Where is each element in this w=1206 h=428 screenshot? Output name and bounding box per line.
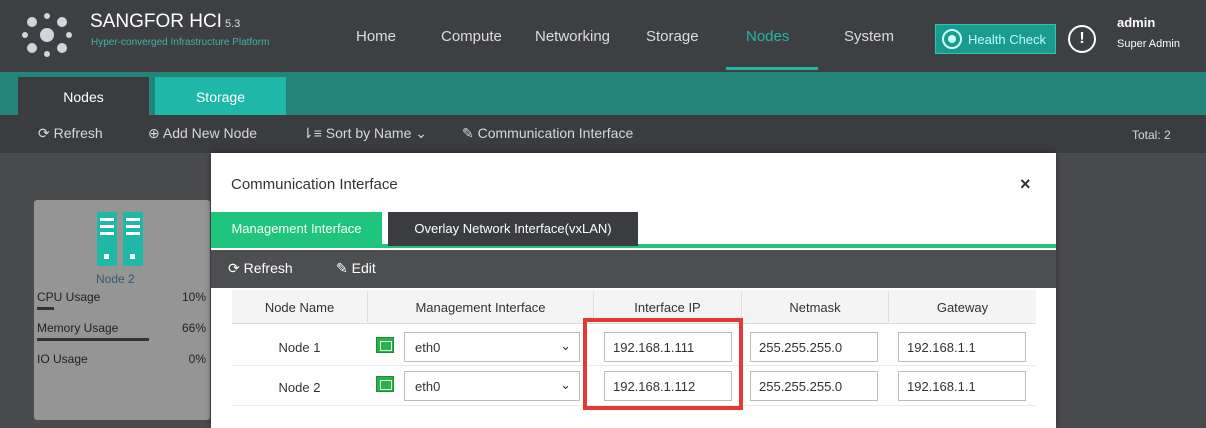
netmask-input[interactable]: [750, 371, 878, 401]
tab-management-interface[interactable]: Management Interface: [211, 212, 382, 246]
col-node-name: Node Name: [264, 300, 335, 315]
alert-icon[interactable]: !: [1068, 25, 1096, 53]
health-check-label: Health Check: [968, 31, 1047, 47]
dialog-title: Communication Interface: [231, 176, 398, 193]
cpu-usage-value: 10%: [181, 290, 206, 304]
col-management-interface: Management Interface: [415, 300, 546, 315]
version-label: 5.3: [224, 18, 241, 30]
cpu-usage-label: CPU Usage: [37, 290, 101, 304]
user-name[interactable]: admin: [1117, 15, 1155, 30]
dialog-refresh-button[interactable]: ⟳ Refresh: [228, 260, 293, 277]
refresh-button[interactable]: ⟳ Refresh: [38, 125, 103, 142]
gateway-input[interactable]: [898, 371, 1026, 401]
subtab-storage[interactable]: Storage: [155, 77, 286, 115]
refresh-icon: ⟳: [228, 260, 244, 276]
nav-nodes[interactable]: Nodes: [746, 28, 789, 45]
subtab-nodes[interactable]: Nodes: [18, 77, 149, 115]
sort-icon: ⇂≡: [302, 125, 326, 141]
total-count: Total: 2: [1132, 128, 1171, 142]
nav-system[interactable]: System: [844, 28, 894, 45]
nav-storage[interactable]: Storage: [646, 28, 699, 45]
comm-interface-button[interactable]: ✎ Communication Interface: [462, 125, 633, 142]
chevron-down-icon: ⌄: [560, 338, 571, 353]
nav-networking[interactable]: Networking: [535, 28, 610, 45]
row-node-name: Node 2: [278, 380, 321, 395]
io-usage-label: IO Usage: [37, 352, 88, 366]
refresh-icon: ⟳: [38, 125, 54, 141]
col-netmask: Netmask: [789, 300, 841, 315]
close-icon[interactable]: ×: [1020, 174, 1031, 195]
cpu-usage-bar: [37, 307, 54, 310]
netmask-input[interactable]: [750, 332, 878, 362]
node-card-name: Node 2: [96, 272, 135, 286]
network-card-icon: [376, 376, 394, 392]
brand-name: SANGFOR HCI 5.3: [90, 11, 241, 32]
nav-active-indicator: [726, 67, 818, 70]
row-node-name: Node 1: [278, 340, 321, 355]
interface-ip-highlight-box: [583, 318, 743, 410]
interface-select[interactable]: eth0 ⌄: [404, 371, 580, 401]
dialog-edit-button[interactable]: ✎ Edit: [336, 260, 376, 277]
memory-usage-bar: [37, 338, 149, 341]
memory-usage-value: 66%: [181, 321, 206, 335]
edit-icon: ✎: [462, 125, 478, 141]
col-interface-ip: Interface IP: [634, 300, 701, 315]
health-check-button[interactable]: Health Check: [935, 24, 1056, 54]
edit-icon: ✎: [336, 260, 352, 276]
network-card-icon: [376, 337, 394, 353]
health-check-icon: [942, 29, 962, 49]
add-node-button[interactable]: ⊕ Add New Node: [148, 125, 257, 142]
tab-overlay-network[interactable]: Overlay Network Interface(vxLAN): [388, 212, 638, 246]
sort-button[interactable]: ⇂≡ Sort by Name ⌄: [302, 125, 427, 142]
plus-circle-icon: ⊕: [148, 125, 163, 141]
brand-subtitle: Hyper-converged Infrastructure Platform: [91, 37, 270, 48]
user-role: Super Admin: [1117, 38, 1180, 50]
col-gateway: Gateway: [936, 300, 989, 315]
server-icon: [97, 212, 143, 266]
nav-home[interactable]: Home: [356, 28, 396, 45]
interface-select[interactable]: eth0 ⌄: [404, 332, 580, 362]
chevron-down-icon: ⌄: [560, 377, 571, 392]
nav-compute[interactable]: Compute: [441, 28, 502, 45]
io-usage-value: 0%: [188, 352, 206, 366]
sangfor-logo-icon: [22, 13, 72, 57]
chevron-down-icon: ⌄: [411, 125, 428, 141]
gateway-input[interactable]: [898, 332, 1026, 362]
memory-usage-label: Memory Usage: [37, 321, 119, 335]
